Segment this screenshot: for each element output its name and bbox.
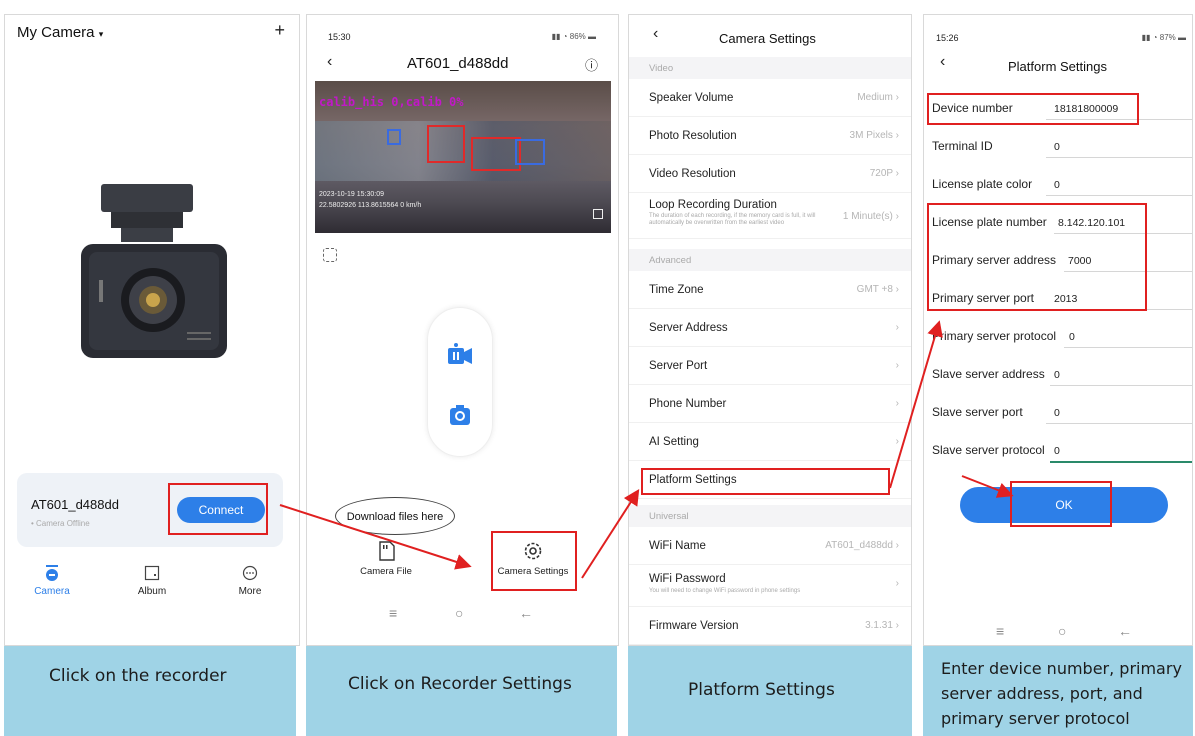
arrow-step-2: [581, 488, 640, 579]
arrow-step-3: [889, 320, 943, 489]
arrow-step-1: [279, 504, 472, 570]
annotation-arrows: [279, 320, 1014, 579]
arrow-step-4: [961, 475, 1014, 498]
